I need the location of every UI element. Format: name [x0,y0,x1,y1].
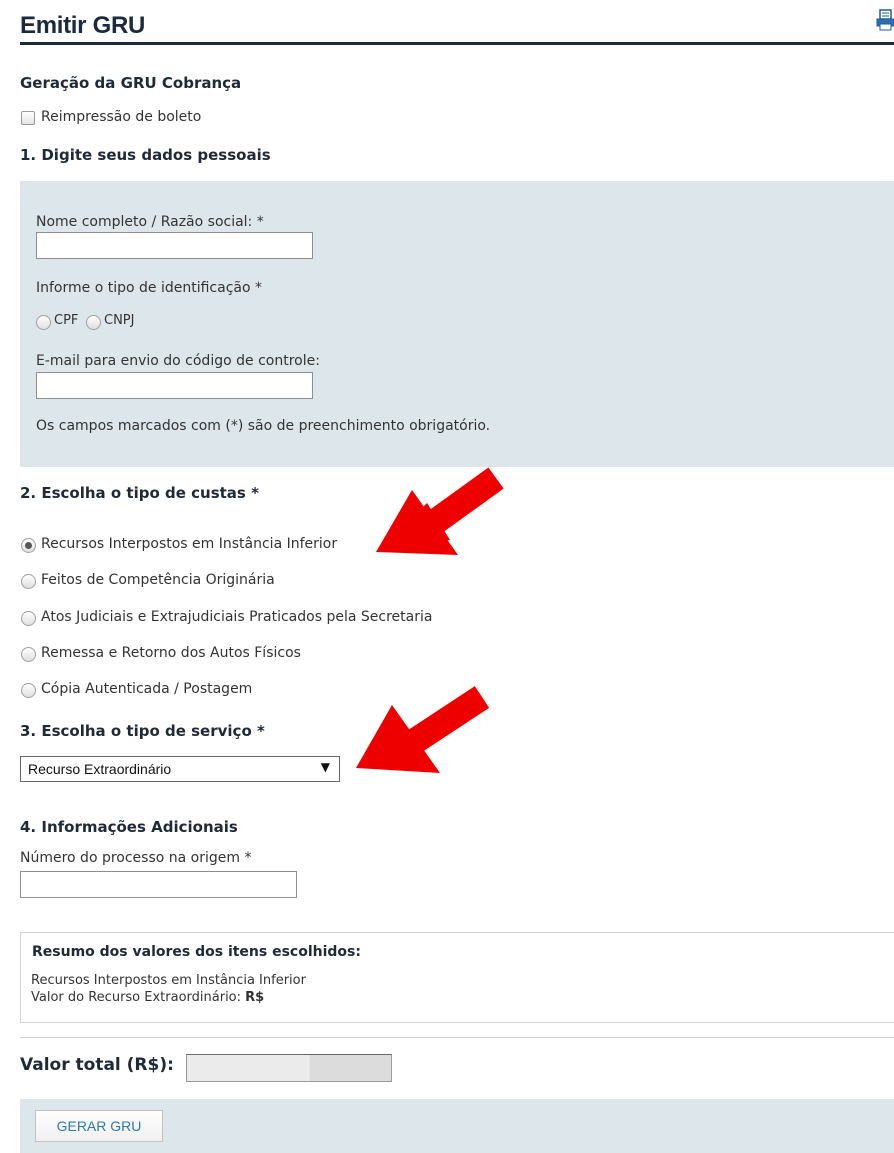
total-value-field [186,1054,392,1082]
summary-valor-label: Valor do Recurso Extraordinário: [31,990,246,1005]
cpf-label[interactable]: CPF [54,313,78,328]
custas-radio-recursos[interactable] [21,538,36,553]
custas-label-atos[interactable]: Atos Judiciais e Extrajudiciais Praticad… [41,609,432,625]
cnpj-radio[interactable] [86,315,101,330]
custas-radio-atos[interactable] [21,611,36,626]
action-bar: GERAR GRU [20,1099,894,1153]
page-title: Emitir GRU [20,12,146,39]
generate-gru-button[interactable]: GERAR GRU [35,1110,163,1142]
chevron-down-icon: ▼ [320,760,330,774]
custas-radio-remessa[interactable] [21,647,36,662]
cpf-radio[interactable] [36,315,51,330]
arrow-annotation-custas [376,467,504,555]
reprint-checkbox[interactable] [21,111,35,125]
generation-heading: Geração da GRU Cobrança [20,74,242,92]
service-select-value: Recurso Extraordinário [28,761,172,777]
section4-heading: 4. Informações Adicionais [20,818,238,836]
total-label: Valor total (R$): [20,1055,174,1075]
custas-label-feitos[interactable]: Feitos de Competência Originária [41,572,275,588]
section2-heading: 2. Escolha o tipo de custas * [20,484,259,502]
process-input[interactable] [20,871,297,898]
email-input[interactable] [36,372,313,399]
reprint-label[interactable]: Reimpressão de boleto [41,109,201,125]
process-label: Número do processo na origem * [20,850,252,866]
service-select[interactable]: Recurso Extraordinário ▼ [20,756,340,782]
title-divider [20,42,894,45]
required-note: Os campos marcados com (*) são de preenc… [36,418,491,434]
cnpj-label[interactable]: CNPJ [104,313,134,328]
summary-title: Resumo dos valores dos itens escolhidos: [32,944,361,960]
summary-divider [20,1037,894,1038]
summary-line-custas: Recursos Interpostos em Instância Inferi… [31,973,306,988]
name-label: Nome completo / Razão social: * [36,214,264,230]
name-input[interactable] [36,232,313,259]
custas-label-copia[interactable]: Cópia Autenticada / Postagem [41,681,252,697]
print-icon[interactable] [876,8,894,32]
custas-radio-copia[interactable] [21,683,36,698]
summary-box: Resumo dos valores dos itens escolhidos:… [20,932,894,1023]
id-type-label: Informe o tipo de identificação * [36,280,262,296]
email-label: E-mail para envio do código de controle: [36,353,320,369]
summary-line-valor: Valor do Recurso Extraordinário: R$ [31,990,264,1005]
section3-heading: 3. Escolha o tipo de serviço * [20,722,265,740]
section1-heading: 1. Digite seus dados pessoais [20,146,271,164]
custas-label-remessa[interactable]: Remessa e Retorno dos Autos Físicos [41,645,301,661]
custas-radio-feitos[interactable] [21,574,36,589]
summary-valor-currency: R$ [245,990,265,1005]
arrow-annotation-servico [356,686,490,773]
custas-label-recursos[interactable]: Recursos Interpostos em Instância Inferi… [41,536,337,552]
